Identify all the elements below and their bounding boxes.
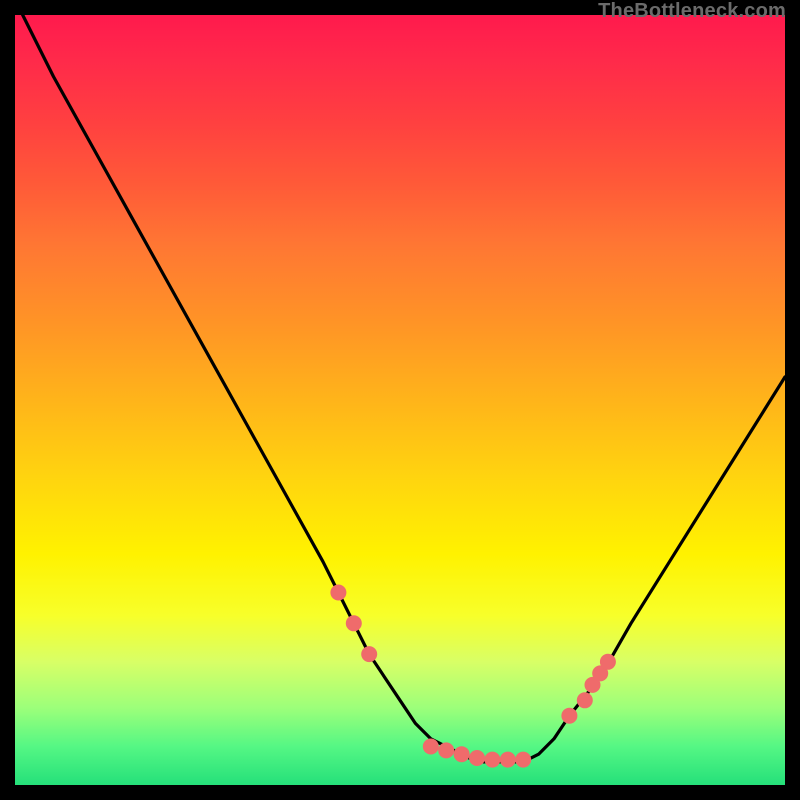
highlight-dot [454,746,470,762]
highlight-dot [561,708,577,724]
chart-svg [15,15,785,785]
highlight-dot [600,654,616,670]
plot-area [15,15,785,785]
highlight-dots [330,585,616,768]
curve-path [23,15,785,762]
highlight-dot [469,750,485,766]
bottleneck-curve [23,15,785,762]
watermark-text: TheBottleneck.com [598,0,786,23]
highlight-dot [330,585,346,601]
highlight-dot [346,615,362,631]
highlight-dot [361,646,377,662]
highlight-dot [500,752,516,768]
highlight-dot [577,692,593,708]
highlight-dot [438,742,454,758]
highlight-dot [484,752,500,768]
highlight-dot [515,752,531,768]
highlight-dot [423,739,439,755]
chart-frame: TheBottleneck.com [0,0,800,800]
